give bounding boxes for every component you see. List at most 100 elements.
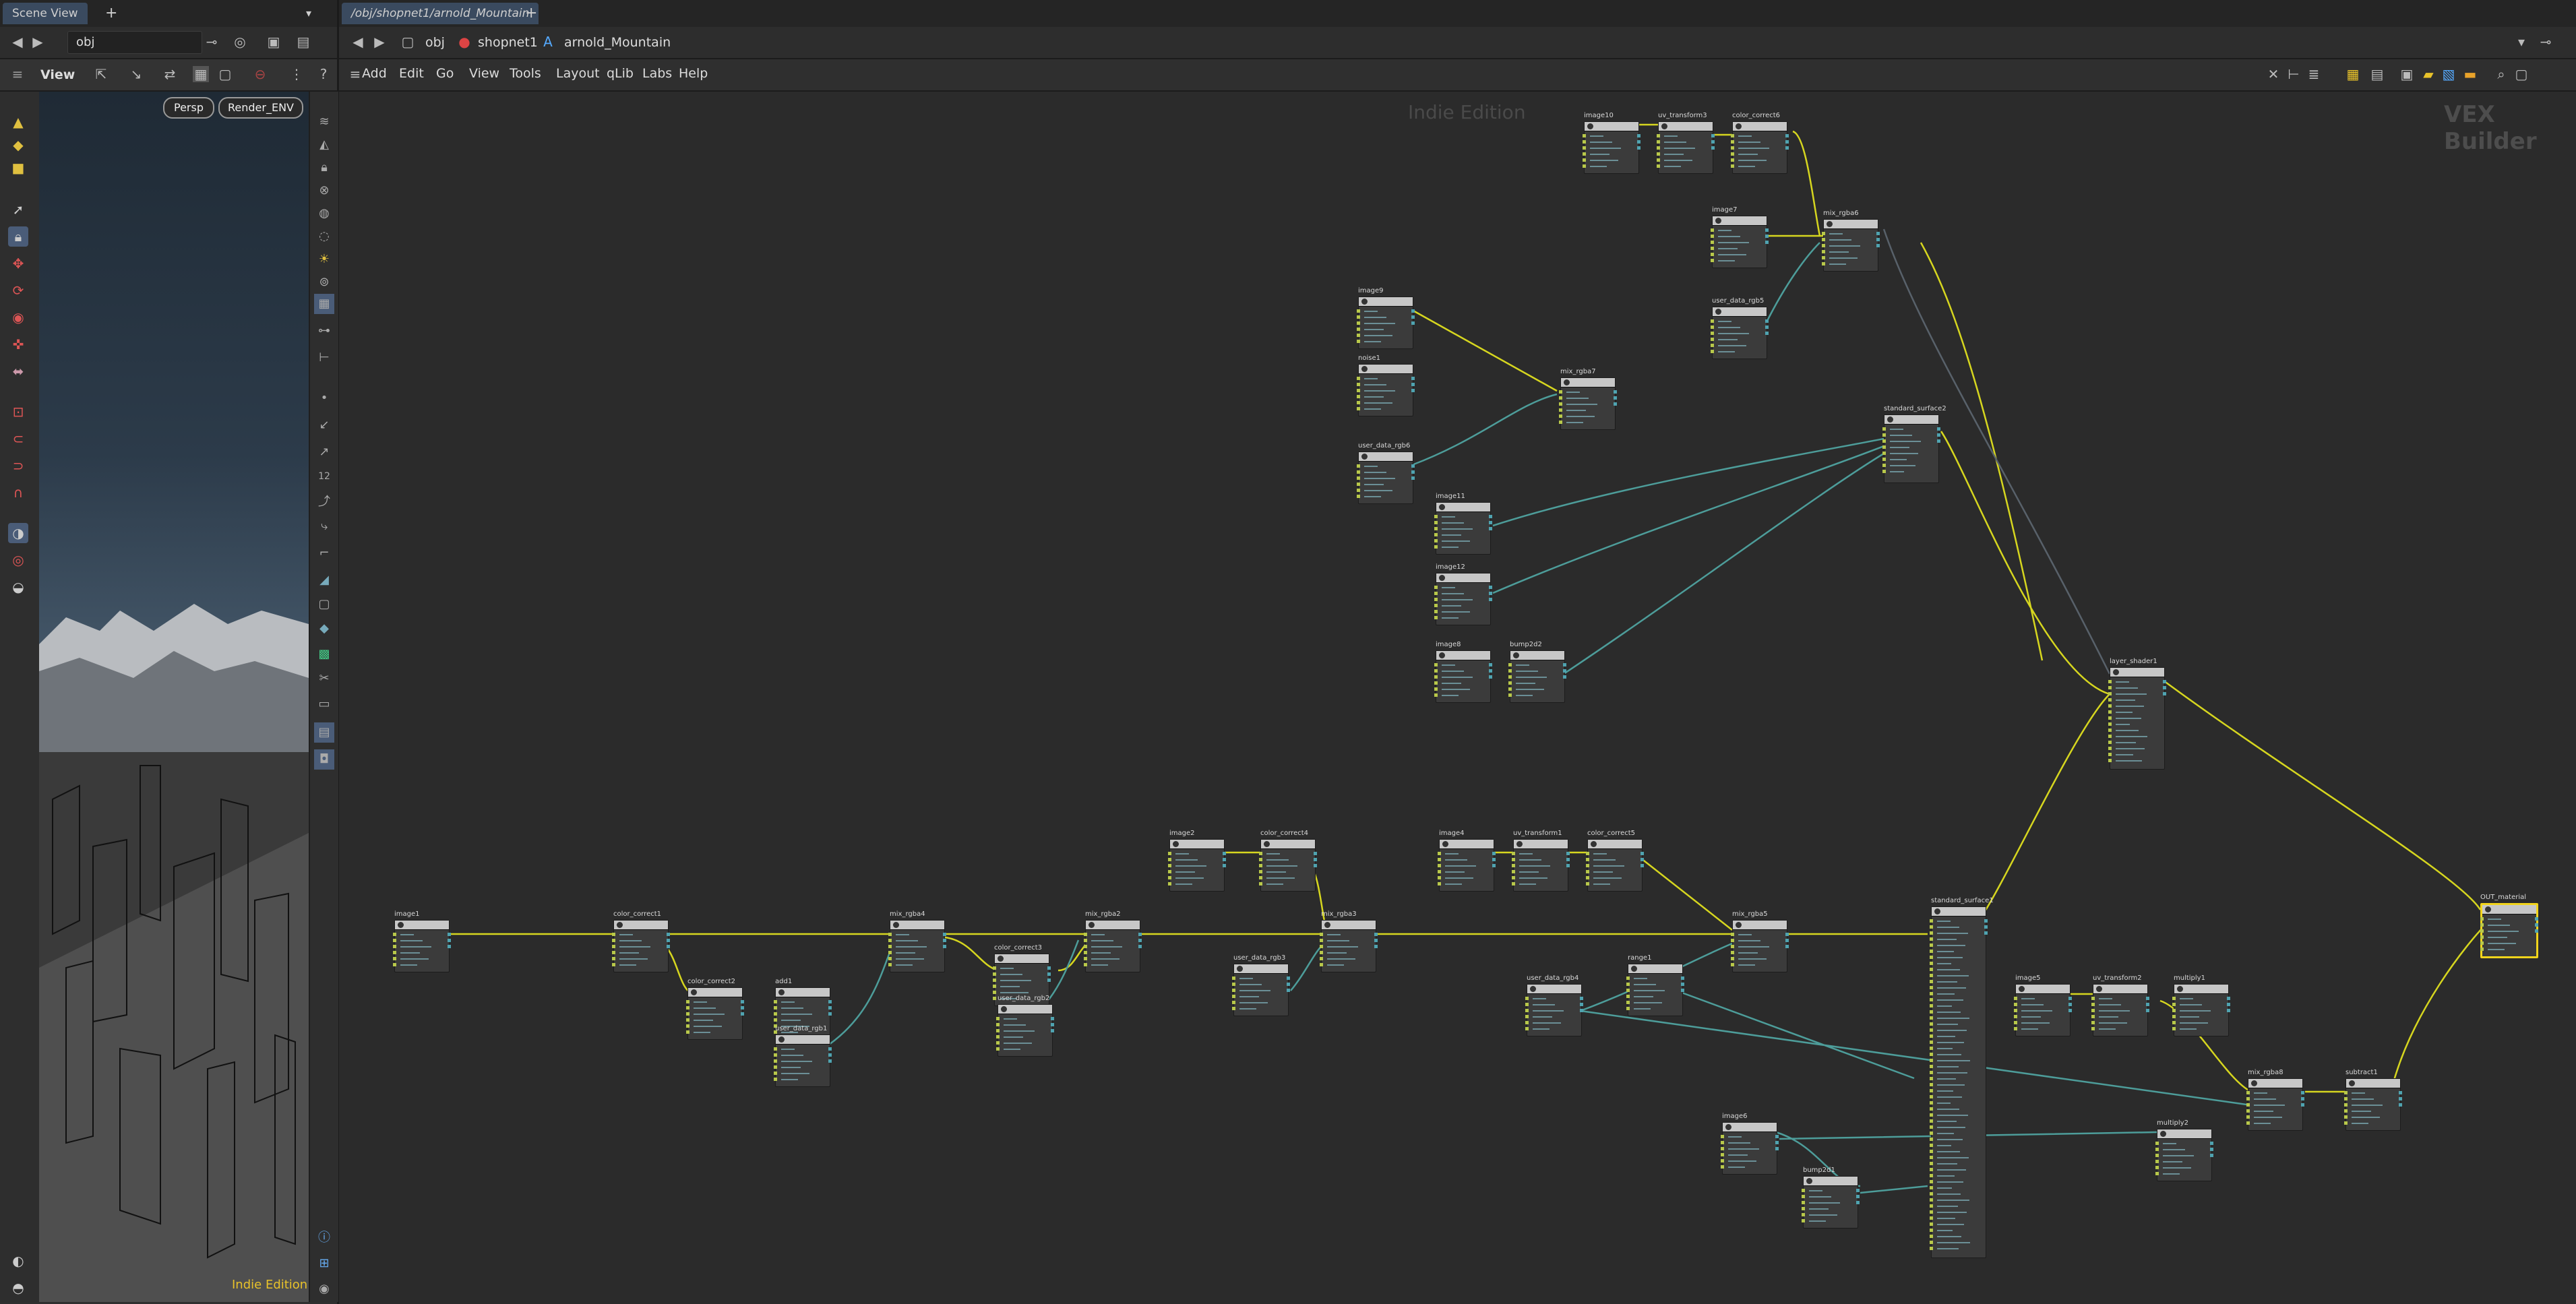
- input-port[interactable]: [1882, 452, 1886, 455]
- output-port[interactable]: [1314, 858, 1317, 861]
- output-port[interactable]: [2163, 686, 2166, 689]
- input-port[interactable]: [1882, 470, 1886, 473]
- input-port[interactable]: [1930, 1028, 1933, 1032]
- node-image12[interactable]: [1434, 573, 1492, 625]
- node-header[interactable]: [2482, 905, 2536, 914]
- input-port[interactable]: [1434, 592, 1438, 595]
- output-port[interactable]: [1489, 663, 1492, 666]
- output-port[interactable]: [1489, 675, 1492, 679]
- input-port[interactable]: [1084, 939, 1087, 942]
- node-header[interactable]: [1359, 365, 1413, 374]
- node-header[interactable]: [1436, 503, 1490, 512]
- node-image10[interactable]: [1583, 121, 1640, 174]
- output-port[interactable]: [1984, 919, 1988, 923]
- input-port[interactable]: [686, 1012, 689, 1016]
- input-port[interactable]: [1583, 134, 1586, 137]
- output-port[interactable]: [1314, 852, 1317, 855]
- output-port[interactable]: [1937, 433, 1940, 437]
- input-port[interactable]: [2091, 1009, 2095, 1012]
- input-port[interactable]: [1357, 334, 1360, 337]
- input-port[interactable]: [2014, 1021, 2017, 1024]
- input-port[interactable]: [1930, 998, 1933, 1001]
- input-port[interactable]: [1731, 945, 1734, 948]
- node-uv-transform2[interactable]: [2091, 984, 2149, 1036]
- input-port[interactable]: [1512, 858, 1515, 861]
- node-range1[interactable]: [1626, 964, 1684, 1016]
- output-port[interactable]: [1492, 852, 1496, 855]
- input-port[interactable]: [1930, 1016, 1933, 1020]
- input-port[interactable]: [1930, 1235, 1933, 1238]
- input-port[interactable]: [1802, 1219, 1805, 1222]
- input-port[interactable]: [1711, 253, 1714, 256]
- input-port[interactable]: [1711, 319, 1714, 323]
- input-port[interactable]: [2108, 747, 2112, 750]
- output-port[interactable]: [1223, 864, 1226, 867]
- output-port[interactable]: [448, 945, 451, 948]
- node-header[interactable]: [1723, 1123, 1777, 1132]
- input-port[interactable]: [1930, 1077, 1933, 1080]
- input-port[interactable]: [1586, 858, 1589, 861]
- input-port[interactable]: [2108, 686, 2112, 689]
- output-port[interactable]: [1637, 134, 1640, 137]
- input-port[interactable]: [2108, 722, 2112, 726]
- input-port[interactable]: [1357, 476, 1360, 480]
- output-port[interactable]: [1984, 925, 1988, 929]
- input-port[interactable]: [1711, 228, 1714, 232]
- input-port[interactable]: [1583, 152, 1586, 156]
- input-port[interactable]: [1626, 1007, 1630, 1010]
- input-port[interactable]: [996, 1047, 1000, 1051]
- output-port[interactable]: [2163, 692, 2166, 695]
- input-port[interactable]: [993, 979, 996, 982]
- input-port[interactable]: [1822, 244, 1825, 247]
- input-port[interactable]: [1930, 1162, 1933, 1165]
- input-port[interactable]: [1434, 533, 1438, 536]
- output-port[interactable]: [1765, 241, 1769, 244]
- input-port[interactable]: [1822, 232, 1825, 235]
- input-port[interactable]: [1357, 395, 1360, 398]
- input-port[interactable]: [1930, 1210, 1933, 1214]
- node-image8[interactable]: [1434, 650, 1492, 703]
- node-header[interactable]: [1440, 840, 1494, 849]
- output-port[interactable]: [2535, 929, 2538, 933]
- input-port[interactable]: [2108, 753, 2112, 756]
- input-port[interactable]: [1259, 858, 1262, 861]
- input-port[interactable]: [1930, 986, 1933, 989]
- input-port[interactable]: [1930, 968, 1933, 971]
- input-port[interactable]: [1168, 864, 1171, 867]
- input-port[interactable]: [2155, 1160, 2159, 1163]
- output-port[interactable]: [1937, 439, 1940, 443]
- output-port[interactable]: [2210, 1154, 2213, 1157]
- node-mix-rgba8[interactable]: [2246, 1078, 2304, 1131]
- output-port[interactable]: [1637, 146, 1640, 150]
- input-port[interactable]: [993, 991, 996, 994]
- input-port[interactable]: [1731, 939, 1734, 942]
- input-port[interactable]: [888, 957, 892, 960]
- output-port[interactable]: [1637, 140, 1640, 144]
- output-port[interactable]: [2301, 1103, 2304, 1107]
- output-port[interactable]: [1566, 852, 1570, 855]
- output-port[interactable]: [2399, 1103, 2402, 1107]
- output-port[interactable]: [741, 1012, 744, 1016]
- node-header[interactable]: [1527, 985, 1581, 994]
- node-color-correct6[interactable]: [1731, 121, 1789, 174]
- input-port[interactable]: [1232, 1007, 1235, 1010]
- input-port[interactable]: [2246, 1109, 2250, 1113]
- input-port[interactable]: [2108, 735, 2112, 738]
- input-port[interactable]: [996, 1041, 1000, 1045]
- input-port[interactable]: [2108, 716, 2112, 720]
- input-port[interactable]: [393, 939, 396, 942]
- input-port[interactable]: [1657, 140, 1660, 144]
- node-header[interactable]: [1322, 921, 1376, 930]
- output-port[interactable]: [1563, 663, 1566, 666]
- input-port[interactable]: [2014, 1009, 2017, 1012]
- node-header[interactable]: [1436, 651, 1490, 660]
- node-layer-shader1[interactable]: [2108, 667, 2166, 770]
- input-port[interactable]: [1626, 976, 1630, 980]
- output-port[interactable]: [2301, 1091, 2304, 1094]
- input-port[interactable]: [1930, 1119, 1933, 1123]
- input-port[interactable]: [1930, 931, 1933, 935]
- output-port[interactable]: [2163, 680, 2166, 683]
- input-port[interactable]: [996, 1035, 1000, 1038]
- output-port[interactable]: [1489, 521, 1492, 524]
- node-user-data-rgb6[interactable]: [1357, 452, 1415, 504]
